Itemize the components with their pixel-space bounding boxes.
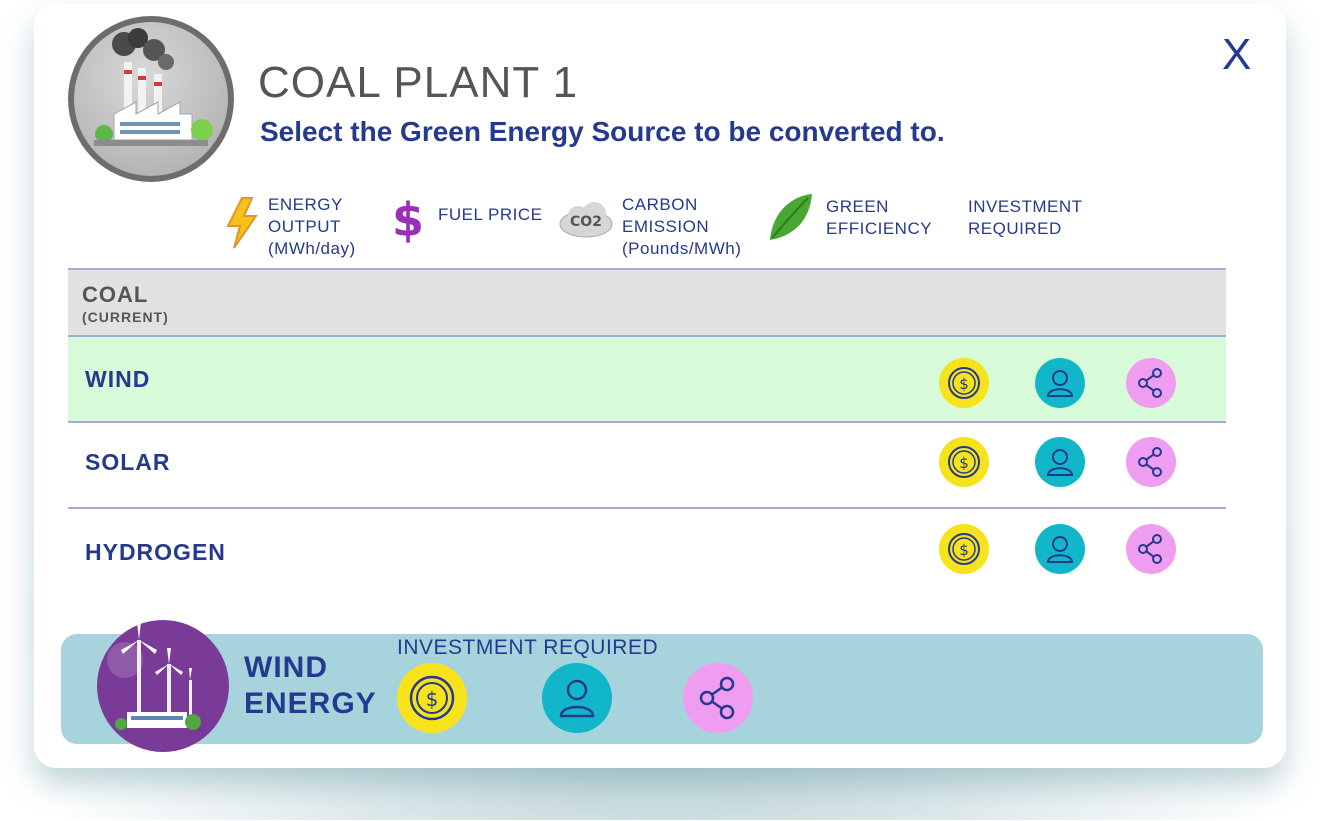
hydrogen-person-icon[interactable] (1035, 524, 1085, 574)
legend-energy-line3: (MWh/day) (268, 239, 356, 258)
wind-energy-avatar (97, 620, 229, 752)
legend-carbon-line2: EMISSION (622, 217, 710, 236)
row-coal-sublabel: (CURRENT) (82, 309, 169, 325)
legend-energy-output: ENERGY OUTPUT (MWh/day) (222, 194, 356, 260)
svg-text:$: $ (426, 687, 439, 711)
legend-fuel-price: $ FUEL PRICE (388, 194, 543, 244)
row-coal-current (68, 270, 1226, 335)
selected-energy-bar (61, 634, 1263, 744)
row-solar-label[interactable]: SOLAR (85, 449, 171, 476)
wind-person-icon[interactable] (1035, 358, 1085, 408)
legend-green-line2: EFFICIENCY (826, 219, 933, 238)
coal-plant-avatar (68, 16, 234, 182)
investment-required-label: INVESTMENT REQUIRED (397, 636, 659, 659)
co2-cloud-icon: CO2 (559, 202, 613, 238)
solar-network-icon[interactable] (1126, 437, 1176, 487)
row-coal-label: COAL (82, 282, 149, 307)
dollar-icon: $ (392, 194, 424, 244)
table-divider (68, 421, 1226, 423)
legend-green-efficiency: GREEN EFFICIENCY (764, 190, 932, 246)
selected-coin-icon[interactable]: $ (397, 663, 467, 733)
legend-green-line1: GREEN (826, 197, 889, 216)
wind-turbine-icon (107, 622, 201, 730)
legend-fuel-label: FUEL PRICE (438, 205, 543, 224)
legend-invest-line1: INVESTMENT (968, 197, 1083, 216)
selected-energy-line1: WIND (244, 651, 328, 684)
svg-text:$: $ (959, 541, 969, 559)
selected-person-icon[interactable] (542, 663, 612, 733)
row-wind-label[interactable]: WIND (85, 366, 150, 393)
legend-investment-required: INVESTMENT REQUIRED (968, 196, 1083, 240)
legend-carbon-line3: (Pounds/MWh) (622, 239, 742, 258)
selected-energy-name: WIND ENERGY (244, 650, 377, 722)
factory-icon (94, 28, 213, 146)
legend-invest-line2: REQUIRED (968, 219, 1062, 238)
svg-text:$: $ (959, 375, 969, 393)
selected-network-icon[interactable] (683, 663, 753, 733)
solar-coin-icon[interactable]: $ (939, 437, 989, 487)
legend-carbon-emission: CO2 CARBON EMISSION (Pounds/MWh) (556, 194, 741, 260)
legend-energy-line1: ENERGY (268, 195, 343, 214)
table-divider (68, 507, 1226, 509)
legend-energy-line2: OUTPUT (268, 217, 341, 236)
svg-text:$: $ (959, 454, 969, 472)
page-title: COAL PLANT 1 (258, 58, 579, 107)
wind-coin-icon[interactable]: $ (939, 358, 989, 408)
row-hydrogen-label[interactable]: HYDROGEN (85, 539, 226, 566)
wind-network-icon[interactable] (1126, 358, 1176, 408)
lightning-icon (226, 197, 258, 249)
hydrogen-coin-icon[interactable]: $ (939, 524, 989, 574)
solar-person-icon[interactable] (1035, 437, 1085, 487)
hydrogen-network-icon[interactable] (1126, 524, 1176, 574)
svg-text:$: $ (392, 194, 424, 244)
legend-carbon-line1: CARBON (622, 195, 698, 214)
co2-icon-text: CO2 (570, 214, 602, 230)
leaf-icon (770, 194, 812, 240)
close-button[interactable]: X (1222, 30, 1251, 80)
selected-energy-line2: ENERGY (244, 687, 377, 720)
page-subtitle: Select the Green Energy Source to be con… (260, 116, 945, 147)
